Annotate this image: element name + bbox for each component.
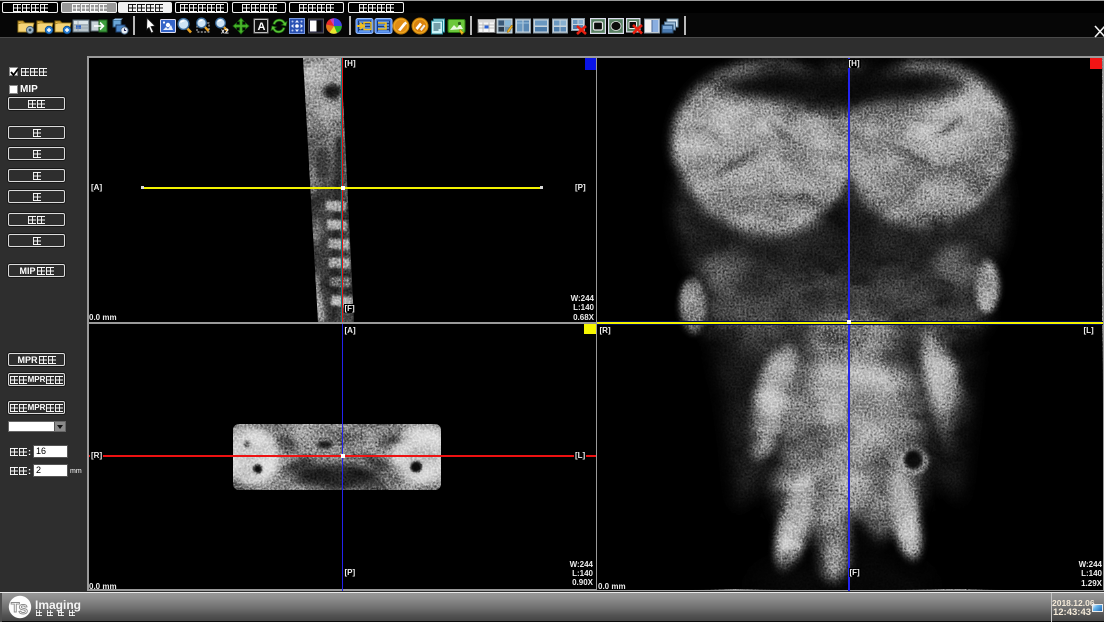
svg-text:x2: x2 (221, 29, 229, 36)
svg-text:S: S (19, 601, 28, 617)
svg-text:A: A (258, 21, 266, 33)
